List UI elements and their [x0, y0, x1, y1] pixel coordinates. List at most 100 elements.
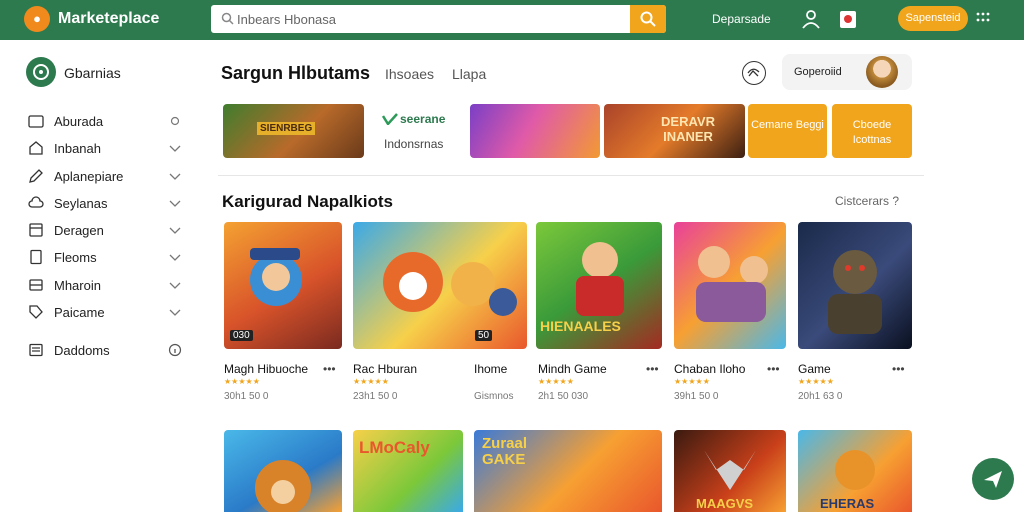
cart-icon[interactable]: [837, 8, 859, 30]
send-fab-button[interactable]: [972, 458, 1014, 500]
marketplace-logo-icon[interactable]: ●: [24, 6, 50, 32]
more-options-icon[interactable]: •••: [323, 362, 336, 376]
game-card-image[interactable]: 030: [224, 222, 342, 349]
language-globe-icon[interactable]: [742, 61, 766, 85]
sidebar-item-label: Paicame: [54, 305, 105, 320]
game-card-rating: ★★★★★: [674, 377, 710, 386]
game-banner-1-label: SIENRBEG: [257, 122, 316, 135]
grid-menu-icon[interactable]: [976, 10, 990, 26]
sidebar-item-fleoms[interactable]: Fleoms: [26, 246, 186, 268]
section-divider: [218, 175, 924, 176]
chevron-down-icon: [169, 309, 181, 316]
sidebar-item-deragen[interactable]: Deragen: [26, 219, 186, 241]
sidebar-item-mharoin[interactable]: Mharoin: [26, 274, 186, 296]
list-icon: [29, 343, 43, 357]
sidebar-item-label: Deragen: [54, 223, 104, 238]
more-options-icon[interactable]: •••: [646, 362, 659, 376]
game-banner-2[interactable]: DERAVR INANER: [604, 104, 745, 158]
folder-icon: [28, 115, 44, 128]
section-title: Karigurad Napalkiots: [222, 192, 393, 211]
app-title[interactable]: Marketeplace: [58, 10, 159, 28]
sidebar-item-label: Fleoms: [54, 250, 97, 265]
game-card-image[interactable]: [224, 430, 342, 512]
game-card-meta: 39h1 50 0: [674, 391, 719, 402]
sidebar-item-label: Inbanah: [54, 141, 101, 156]
storage-icon: [29, 279, 43, 291]
chevron-down-icon: [169, 200, 181, 207]
send-icon: [984, 471, 1002, 488]
search-icon: [640, 11, 656, 27]
game-card-image[interactable]: LMoCaly: [353, 430, 463, 512]
game-card-title[interactable]: Mindh Game: [538, 362, 607, 376]
sidebar-item-label: Seylanas: [54, 196, 108, 211]
sidebar-item-paicame[interactable]: Paicame: [26, 301, 186, 323]
home-icon: [29, 141, 43, 155]
sidebar-item-label: Aburada: [54, 114, 104, 129]
game-card-image[interactable]: 50: [353, 222, 527, 349]
chevron-down-icon: [169, 173, 181, 180]
game-card-rating: ★★★★★: [353, 377, 389, 386]
search-input[interactable]: [237, 9, 633, 29]
game-card-badge: 030: [230, 330, 253, 341]
radio-icon: [170, 116, 180, 126]
sidebar-item-daddoms[interactable]: Daddoms: [26, 339, 186, 361]
user-profile-chip[interactable]: Goperoiid: [782, 54, 912, 90]
chevron-down-icon: [169, 282, 181, 289]
game-card-title[interactable]: Magh Hibuoche: [224, 362, 308, 376]
search-button[interactable]: [630, 5, 666, 33]
game-card-rating: ★★★★★: [798, 377, 834, 386]
game-banner-1[interactable]: SIENRBEG: [223, 104, 364, 158]
game-card-title[interactable]: Rac Hburan: [353, 362, 417, 376]
promo-tile-1[interactable]: Cemane Beggi: [748, 104, 827, 158]
game-card-image[interactable]: EHERAS: [798, 430, 912, 512]
user-name: Goperoiid: [794, 66, 842, 78]
game-card-image[interactable]: HIENAALES: [536, 222, 662, 349]
game-card-image[interactable]: MAAGVS: [674, 430, 786, 512]
subscribe-button[interactable]: Sapensteid: [898, 6, 968, 31]
tab-llapa[interactable]: Llapa: [452, 66, 486, 82]
promo-tile-2[interactable]: Cboede Icottnas: [832, 104, 912, 158]
promo-subtitle: Indonsrnas: [384, 137, 444, 151]
game-banner-2-label: DERAVR INANER: [661, 114, 715, 144]
game-card-image[interactable]: [674, 222, 786, 349]
game-card-meta: Gismnos: [474, 391, 514, 402]
sidebar-item-seylanas[interactable]: Seylanas: [26, 192, 186, 214]
sidebar-brand: Gbarnias: [64, 65, 121, 81]
game-card-title[interactable]: Game: [798, 362, 831, 376]
tag-icon: [29, 305, 43, 319]
game-card-meta: 2h1 50 030: [538, 391, 589, 402]
game-card-banner: Zuraal GAKE: [482, 435, 528, 468]
top-header: ● Marketeplace Deparsade Sapensteid: [0, 0, 1024, 40]
avatar: [866, 56, 898, 88]
sidebar-item-label: Aplanepiare: [54, 169, 124, 184]
search-bar: [211, 5, 666, 33]
more-options-icon[interactable]: •••: [892, 362, 905, 376]
sidebar-item-aburada[interactable]: Aburada: [26, 110, 186, 132]
user-icon[interactable]: [800, 8, 822, 30]
sidebar-brand-icon: [26, 57, 56, 87]
tab-ihsoaes[interactable]: Ihsoaes: [385, 66, 434, 82]
pencil-icon: [29, 169, 43, 183]
section-link[interactable]: Cistcerars ?: [835, 194, 899, 208]
game-card-banner: EHERAS: [820, 496, 875, 511]
sidebar-item-label: Mharoin: [54, 278, 101, 293]
game-card-title[interactable]: Chaban Iloho: [674, 362, 745, 376]
game-card-image[interactable]: [798, 222, 912, 349]
game-card-badge: 50: [475, 330, 493, 341]
game-card-banner: MAAGVS: [696, 496, 754, 511]
game-card-meta: 20h1 63 0: [798, 391, 843, 402]
search-field-icon: [221, 12, 234, 25]
promo-brand[interactable]: seerane: [400, 112, 445, 126]
game-card-banner: LMoCaly: [359, 438, 430, 457]
game-card-image[interactable]: Zuraal GAKE: [474, 430, 662, 512]
header-link[interactable]: Deparsade: [712, 12, 771, 26]
game-card-rating: ★★★★★: [224, 377, 260, 386]
more-options-icon[interactable]: •••: [767, 362, 780, 376]
game-banner-characters[interactable]: [470, 104, 600, 158]
document-icon: [30, 249, 42, 265]
window-icon: [29, 223, 43, 237]
cloud-icon: [28, 196, 44, 208]
game-card-title[interactable]: Ihome: [474, 362, 507, 376]
sidebar-item-aplanepiare[interactable]: Aplanepiare: [26, 165, 186, 187]
sidebar-item-inbanah[interactable]: Inbanah: [26, 137, 186, 159]
